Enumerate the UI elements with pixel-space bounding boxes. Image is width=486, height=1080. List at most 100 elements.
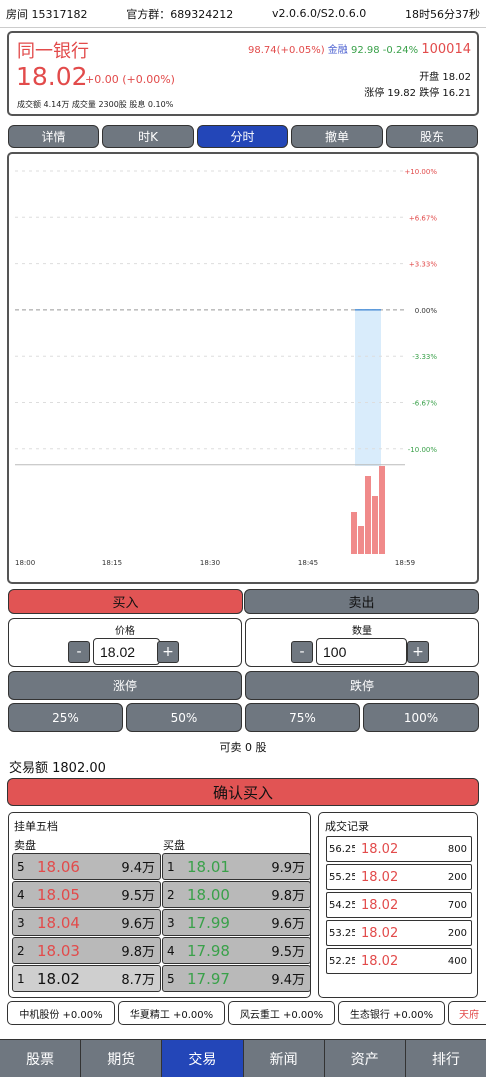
level: 4 [167,943,175,958]
pct-50-button[interactable]: 50% [126,703,242,732]
price: 18.00 [187,885,230,904]
limit-up-button[interactable]: 涨停 [8,671,242,700]
buy-row[interactable]: 4 17.98 9.5万 [162,937,311,964]
version-label: v2.0.6.0/S2.0.6.0 [272,7,367,20]
level: 4 [17,887,25,902]
stock-ticker: 中机股份 +0.00% 华夏精工 +0.00% 风云重工 +0.00% 生态银行… [7,1001,486,1026]
price: 18.03 [37,941,80,960]
tab-details[interactable]: 详情 [8,125,99,148]
price: 18.02 [37,969,80,988]
record-price: 18.02 [361,841,399,857]
y-tick-label: +3.33% [409,261,437,269]
volume: 9.5万 [271,945,305,960]
trade-amount: 交易额 1802.00 [9,761,106,776]
record-price: 18.02 [361,953,399,969]
level: 1 [167,859,175,874]
level: 5 [17,859,25,874]
ticker-item[interactable]: 天府 [448,1001,486,1025]
record-price: 18.02 [361,869,399,885]
confirm-buy-button[interactable]: 确认买入 [7,778,479,806]
volume-bar [365,476,371,554]
quantity-input[interactable] [316,638,407,665]
trade-record-row: 53.25 18.02 200 [326,920,472,946]
sellable-shares: 可卖 0 股 [219,741,267,754]
quantity-plus-button[interactable]: + [407,641,429,663]
trade-record-row: 55.25 18.02 200 [326,864,472,890]
stock-code: 100014 [421,42,471,57]
sell-row[interactable]: 4 18.05 9.5万 [12,881,161,908]
stock-header-card: 同一银行 18.02 +0.00 (+0.00%) 成交额 4.14万 成交量 … [7,31,479,116]
sell-row[interactable]: 5 18.06 9.4万 [12,853,161,880]
y-tick-label: 0.00% [415,307,438,315]
x-tick-label: 18:45 [298,559,318,567]
pct-25-button[interactable]: 25% [8,703,123,732]
pct-75-button[interactable]: 75% [245,703,360,732]
limit-prices: 涨停 19.82 跌停 16.21 [364,88,471,99]
volume-bar [372,496,378,554]
trade-records: 成交记录 56.25 18.02 800 55.25 18.02 200 54.… [318,812,478,998]
nav-assets[interactable]: 资产 [324,1040,406,1077]
nav-futures[interactable]: 期货 [81,1040,163,1077]
sell-side-title: 卖盘 [14,839,36,852]
record-volume: 200 [447,927,467,939]
buy-row[interactable]: 3 17.99 9.6万 [162,909,311,936]
ticker-item[interactable]: 华夏精工 +0.00% [118,1001,225,1025]
buy-row[interactable]: 5 17.97 9.4万 [162,965,311,992]
pct-100-button[interactable]: 100% [363,703,479,732]
nav-trade[interactable]: 交易 [162,1040,244,1077]
level: 1 [17,971,25,986]
volume: 9.8万 [271,889,305,904]
tab-cancel-order[interactable]: 撤单 [291,125,383,148]
buy-row[interactable]: 2 18.00 9.8万 [162,881,311,908]
record-time: 52.25 [329,955,355,967]
sell-row[interactable]: 2 18.03 9.8万 [12,937,161,964]
record-time: 55.25 [329,871,355,883]
price-band [355,311,381,466]
quantity-minus-button[interactable]: - [291,641,313,663]
ticker-item[interactable]: 中机股份 +0.00% [7,1001,115,1025]
stock-price: 18.02 [16,62,88,91]
sell-row[interactable]: 1 18.02 8.7万 [12,965,161,992]
nav-ranking[interactable]: 排行 [405,1040,486,1077]
x-tick-label: 18:00 [15,559,35,567]
price-plus-button[interactable]: + [157,641,179,663]
price: 18.04 [37,913,80,932]
price: 18.05 [37,885,80,904]
status-bar: 房间 15317182 官方群：689324212 v2.0.6.0/S2.0.… [0,0,486,28]
trade-records-title: 成交记录 [325,820,369,833]
intraday-chart-svg: +10.00% +6.67% +3.33% 0.00% -3.33% -6.67% -10.… [15,168,438,567]
nav-news[interactable]: 新闻 [243,1040,325,1077]
price-input[interactable] [93,638,160,665]
price: 17.98 [187,941,230,960]
sell-side-button[interactable]: 卖出 [244,589,479,614]
tab-hour-k[interactable]: 时K [102,125,194,148]
sell-row[interactable]: 3 18.04 9.6万 [12,909,161,936]
order-book: 挂单五档 卖盘 买盘 5 18.06 9.4万 4 18.05 9.5万 3 1… [8,812,311,998]
volume-bar [379,466,385,554]
price: 18.06 [37,857,80,876]
tab-intraday[interactable]: 分时 [197,125,288,148]
level: 2 [17,943,25,958]
level: 3 [17,915,25,930]
record-volume: 200 [447,871,467,883]
level: 5 [167,971,175,986]
intraday-chart: +10.00% +6.67% +3.33% 0.00% -3.33% -6.67% -10.… [7,152,479,584]
tab-shareholders[interactable]: 股东 [386,125,478,148]
ticker-item[interactable]: 风云重工 +0.00% [228,1001,335,1025]
ticker-item[interactable]: 生态银行 +0.00% [338,1001,445,1025]
buy-row[interactable]: 1 18.01 9.9万 [162,853,311,880]
level: 2 [167,887,175,902]
nav-stocks[interactable]: 股票 [0,1040,82,1077]
x-tick-label: 18:59 [395,559,415,567]
price-minus-button[interactable]: - [68,641,90,663]
stock-stats: 成交额 4.14万 成交量 2300股 股息 0.10% [17,100,174,109]
y-tick-label: -3.33% [412,353,437,361]
limit-down-button[interactable]: 跌停 [245,671,479,700]
trade-record-row: 54.25 18.02 700 [326,892,472,918]
buy-side-button[interactable]: 买入 [8,589,243,614]
volume: 8.7万 [121,973,155,988]
record-time: 54.25 [329,899,355,911]
index-name: 金融 [327,45,348,56]
bottom-nav: 股票 期货 交易 新闻 资产 排行 [0,1039,486,1077]
volume-bar [358,526,364,554]
